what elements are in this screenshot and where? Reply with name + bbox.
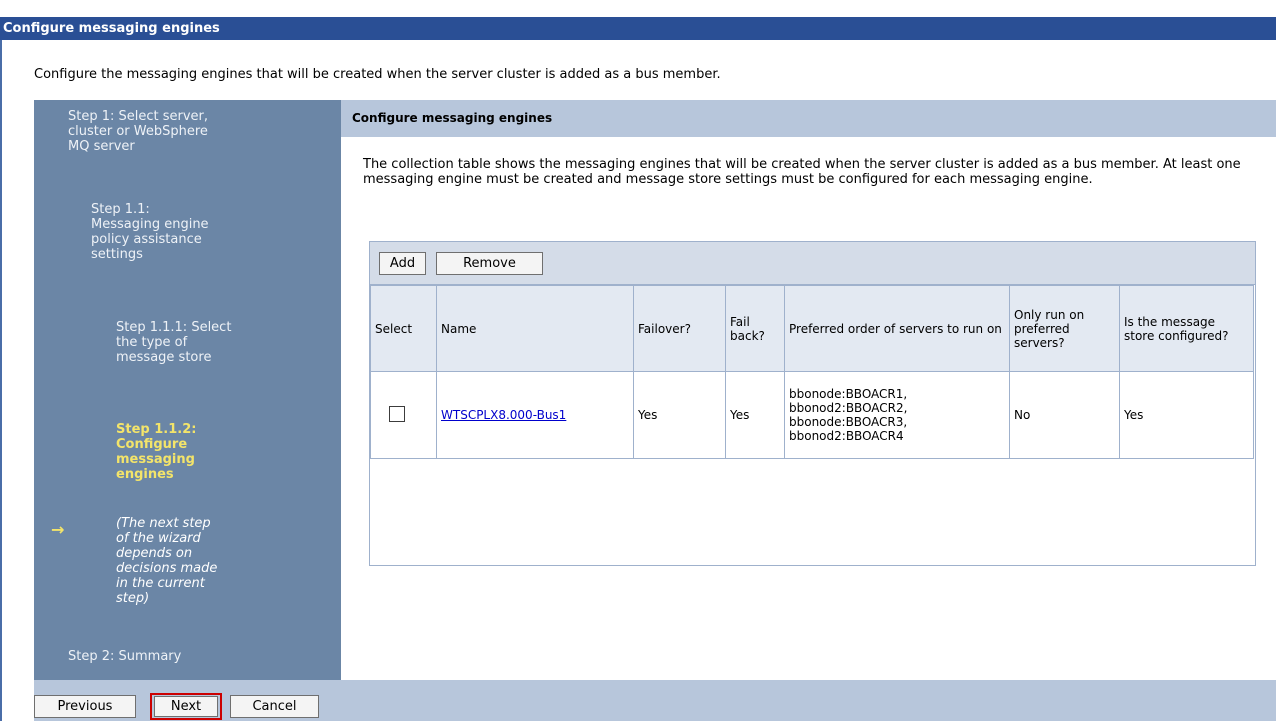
wizard-footer: Previous Next Cancel [34,680,1276,721]
step-1-1-2-current: Step 1.1.2: Configure messaging engines [116,422,197,482]
failover-cell: Yes [633,371,726,459]
engines-table: Select Name Failover? Fail back? Preferr… [370,285,1254,459]
col-select: Select [370,285,437,372]
window-title: Configure messaging engines [0,17,1276,40]
col-name[interactable]: Name [436,285,634,372]
remove-button[interactable]: Remove [436,252,543,275]
preferred-servers-cell: bbonode:BBOACR1, bbonod2:BBOACR2, bbonod… [784,371,1010,459]
col-store-configured[interactable]: Is the message store configured? [1119,285,1254,372]
col-failover[interactable]: Failover? [633,285,726,372]
preferred-server-1: bbonode:BBOACR1, [789,387,908,401]
preferred-server-2: bbonod2:BBOACR2, [789,401,908,415]
cancel-button[interactable]: Cancel [230,695,319,718]
failback-cell: Yes [725,371,785,459]
preferred-server-4: bbonod2:BBOACR4 [789,429,904,443]
intro-text: Configure the messaging engines that wil… [34,67,721,82]
select-cell [370,371,437,459]
left-divider [0,40,2,721]
step-1[interactable]: Step 1: Select server, cluster or WebSph… [68,109,218,154]
col-only-preferred[interactable]: Only run on preferred servers? [1009,285,1120,372]
panel-description: The collection table shows the messaging… [363,157,1241,187]
next-button-highlight: Next [150,693,222,720]
title-area: Configure messaging engines [0,0,1276,40]
col-preferred-order[interactable]: Preferred order of servers to run on [784,285,1010,372]
store-configured-cell: Yes [1119,371,1254,459]
next-button[interactable]: Next [154,696,218,717]
col-failback[interactable]: Fail back? [725,285,785,372]
engine-name-link[interactable]: WTSCPLX8.000-Bus1 [441,408,566,422]
engines-collection-table: Add Remove Select Name Failover? Fail ba… [369,241,1256,566]
main-panel: Configure messaging engines The collecti… [341,100,1276,680]
row-select-checkbox[interactable] [389,405,405,422]
step-1-1[interactable]: Step 1.1: Messaging engine policy assist… [91,202,209,262]
wizard-steps-sidebar: Step 1: Select server, cluster or WebSph… [34,100,341,680]
add-button[interactable]: Add [379,252,426,275]
table-toolbar: Add Remove [370,242,1255,285]
table-header-row: Select Name Failover? Fail back? Preferr… [370,285,1254,372]
step-note: (The next step of the wizard depends on … [116,516,218,606]
step-1-1-1[interactable]: Step 1.1.1: Select the type of message s… [116,320,234,365]
current-step-arrow-icon: → [51,520,65,539]
only-preferred-cell: No [1009,371,1120,459]
preferred-server-3: bbonode:BBOACR3, [789,415,908,429]
step-2[interactable]: Step 2: Summary [68,649,268,664]
table-row: WTSCPLX8.000-Bus1 Yes Yes bbonode:BBOACR… [370,371,1254,459]
panel-header: Configure messaging engines [341,100,1276,137]
previous-button[interactable]: Previous [34,695,136,718]
name-cell: WTSCPLX8.000-Bus1 [436,371,634,459]
